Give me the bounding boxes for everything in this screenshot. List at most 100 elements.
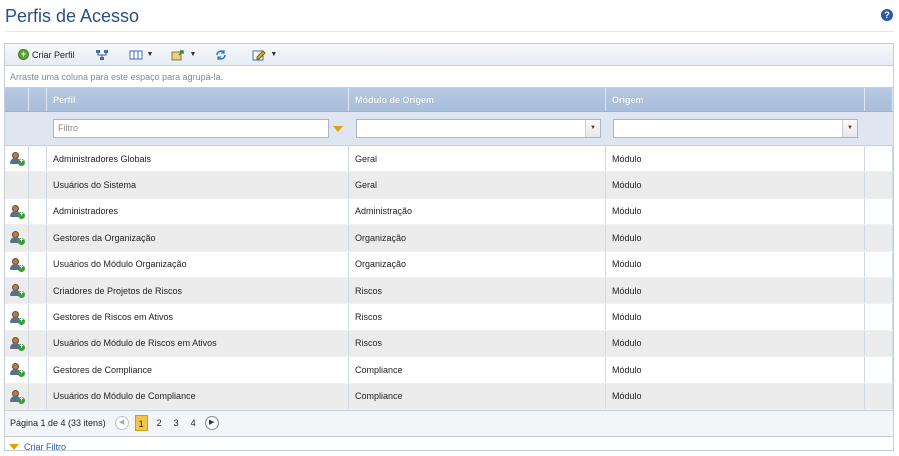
header-cell-icon xyxy=(5,88,29,111)
module-cell: Compliance xyxy=(349,383,606,409)
profile-cell: Usuários do Módulo Organização xyxy=(47,251,349,277)
user-profile-icon: + xyxy=(10,231,25,246)
profile-cell: Administradores xyxy=(47,198,349,225)
page-1-button[interactable]: 1 xyxy=(134,415,148,432)
row-spacer-cell xyxy=(29,357,47,383)
filter-cell-origin: ▼ xyxy=(606,111,865,146)
row-spacer-cell xyxy=(29,198,47,225)
table-row[interactable]: + Criadores de Projetos de Riscos Riscos Mó… xyxy=(5,277,893,305)
chevron-down-icon: ▼ xyxy=(189,51,197,58)
profile-filter-input[interactable]: Filtro xyxy=(53,119,329,138)
row-spacer-cell xyxy=(29,146,47,172)
filter-cell-empty xyxy=(5,111,29,146)
create-filter-link[interactable]: Criar Filtro xyxy=(24,442,66,452)
row-end-cell xyxy=(865,330,893,357)
row-spacer-cell xyxy=(29,251,47,277)
row-end-cell xyxy=(865,198,893,225)
origin-filter-select[interactable]: ▼ xyxy=(613,119,858,138)
profile-cell: Administradores Globais xyxy=(47,146,349,172)
row-spacer-cell xyxy=(29,383,47,409)
user-profile-icon: + xyxy=(10,204,25,219)
grid-body: + Administradores Globais Geral Módulo Usuár… xyxy=(5,146,893,410)
table-row[interactable]: + Gestores de Riscos em Ativos Riscos Módul… xyxy=(5,304,893,331)
hierarchy-button[interactable] xyxy=(90,46,114,64)
origin-cell: Módulo xyxy=(606,357,865,383)
module-cell: Riscos xyxy=(349,304,606,330)
profile-cell: Gestores da Organização xyxy=(47,225,349,251)
table-row[interactable]: + Administradores Administração Módulo xyxy=(5,198,893,226)
profiles-grid: + Criar Perfil ▼ ▼ ▼ Arraste uma coluna … xyxy=(4,43,894,452)
row-end-cell xyxy=(865,172,893,198)
page-title: Perfis de Acesso xyxy=(5,6,140,26)
user-profile-icon: + xyxy=(10,257,25,272)
columns-icon xyxy=(129,50,143,59)
table-row[interactable]: + Usuários do Módulo Organização Organizaç… xyxy=(5,251,893,278)
hierarchy-icon xyxy=(95,49,108,60)
profile-cell: Gestores de Compliance xyxy=(47,357,349,383)
module-cell: Geral xyxy=(349,172,606,198)
create-profile-button[interactable]: + Criar Perfil xyxy=(13,46,80,64)
page-4-button[interactable]: 4 xyxy=(188,415,199,431)
module-cell: Geral xyxy=(349,146,606,172)
column-header-module[interactable]: Módulo de Origem xyxy=(349,88,606,111)
filter-icon xyxy=(9,443,19,450)
filter-cell-module: ▼ xyxy=(349,111,606,146)
row-icon-cell: + xyxy=(5,251,29,277)
row-icon-cell: + xyxy=(5,198,29,225)
module-cell: Riscos xyxy=(349,330,606,357)
module-cell: Administração xyxy=(349,198,606,225)
edit-button[interactable]: ▼ xyxy=(247,46,282,64)
origin-cell: Módulo xyxy=(606,383,865,409)
column-header-profile[interactable]: Perfil xyxy=(47,88,349,111)
table-row[interactable]: + Administradores Globais Geral Módulo xyxy=(5,146,893,173)
table-row[interactable]: + Gestores da Organização Organização Módul… xyxy=(5,225,893,252)
pager: Página 1 de 4 (33 itens) ◀ 1 2 3 4 ▶ xyxy=(5,409,893,437)
origin-cell: Módulo xyxy=(606,304,865,330)
edit-icon xyxy=(252,49,267,60)
pager-info: Página 1 de 4 (33 itens) xyxy=(10,418,106,429)
table-row[interactable]: + Usuários do Módulo de Compliance Complia… xyxy=(5,383,893,410)
module-cell: Riscos xyxy=(349,277,606,304)
table-row[interactable]: + Usuários do Módulo de Riscos em Ativos R… xyxy=(5,330,893,358)
row-icon-cell: + xyxy=(5,330,29,357)
row-spacer-cell xyxy=(29,330,47,357)
page-2-button[interactable]: 2 xyxy=(154,415,165,431)
column-header-origin[interactable]: Origem xyxy=(606,88,865,111)
user-profile-icon: + xyxy=(10,389,25,404)
row-spacer-cell xyxy=(29,304,47,330)
group-by-area[interactable]: Arraste uma coluna para este espaço para… xyxy=(5,66,893,88)
row-end-cell xyxy=(865,357,893,383)
module-cell: Organização xyxy=(349,225,606,251)
row-icon-cell: + xyxy=(5,304,29,330)
title-divider xyxy=(5,31,894,32)
chevron-down-icon: ▼ xyxy=(146,51,154,58)
origin-cell: Módulo xyxy=(606,225,865,251)
row-spacer-cell xyxy=(29,172,47,198)
profile-cell: Usuários do Módulo de Compliance xyxy=(47,383,349,409)
table-row[interactable]: Usuários do Sistema Geral Módulo xyxy=(5,172,893,199)
profile-cell: Criadores de Projetos de Riscos xyxy=(47,277,349,304)
add-icon: + xyxy=(18,49,29,60)
row-icon-cell: + xyxy=(5,225,29,251)
prev-page-button[interactable]: ◀ xyxy=(114,416,129,431)
grid-footer: Criar Filtro xyxy=(5,437,893,456)
table-row[interactable]: + Gestores de Compliance Compliance Módulo xyxy=(5,357,893,384)
filter-icon[interactable] xyxy=(333,125,343,132)
export-button[interactable]: ▼ xyxy=(166,46,201,64)
user-profile-icon: + xyxy=(10,152,25,167)
module-cell: Organização xyxy=(349,251,606,277)
help-icon[interactable]: ? xyxy=(881,9,893,21)
create-profile-label: Criar Perfil xyxy=(32,49,75,60)
row-icon-cell xyxy=(5,172,29,198)
row-spacer-cell xyxy=(29,277,47,304)
page-3-button[interactable]: 3 xyxy=(171,415,182,431)
user-profile-icon: + xyxy=(10,284,25,299)
header-cell-spacer xyxy=(29,88,47,111)
columns-button[interactable]: ▼ xyxy=(124,46,159,64)
filter-row: Filtro ▼ ▼ xyxy=(5,111,893,146)
row-end-cell xyxy=(865,146,893,172)
next-page-button[interactable]: ▶ xyxy=(204,416,219,431)
origin-cell: Módulo xyxy=(606,146,865,172)
module-filter-select[interactable]: ▼ xyxy=(356,119,601,138)
refresh-button[interactable] xyxy=(209,46,233,64)
